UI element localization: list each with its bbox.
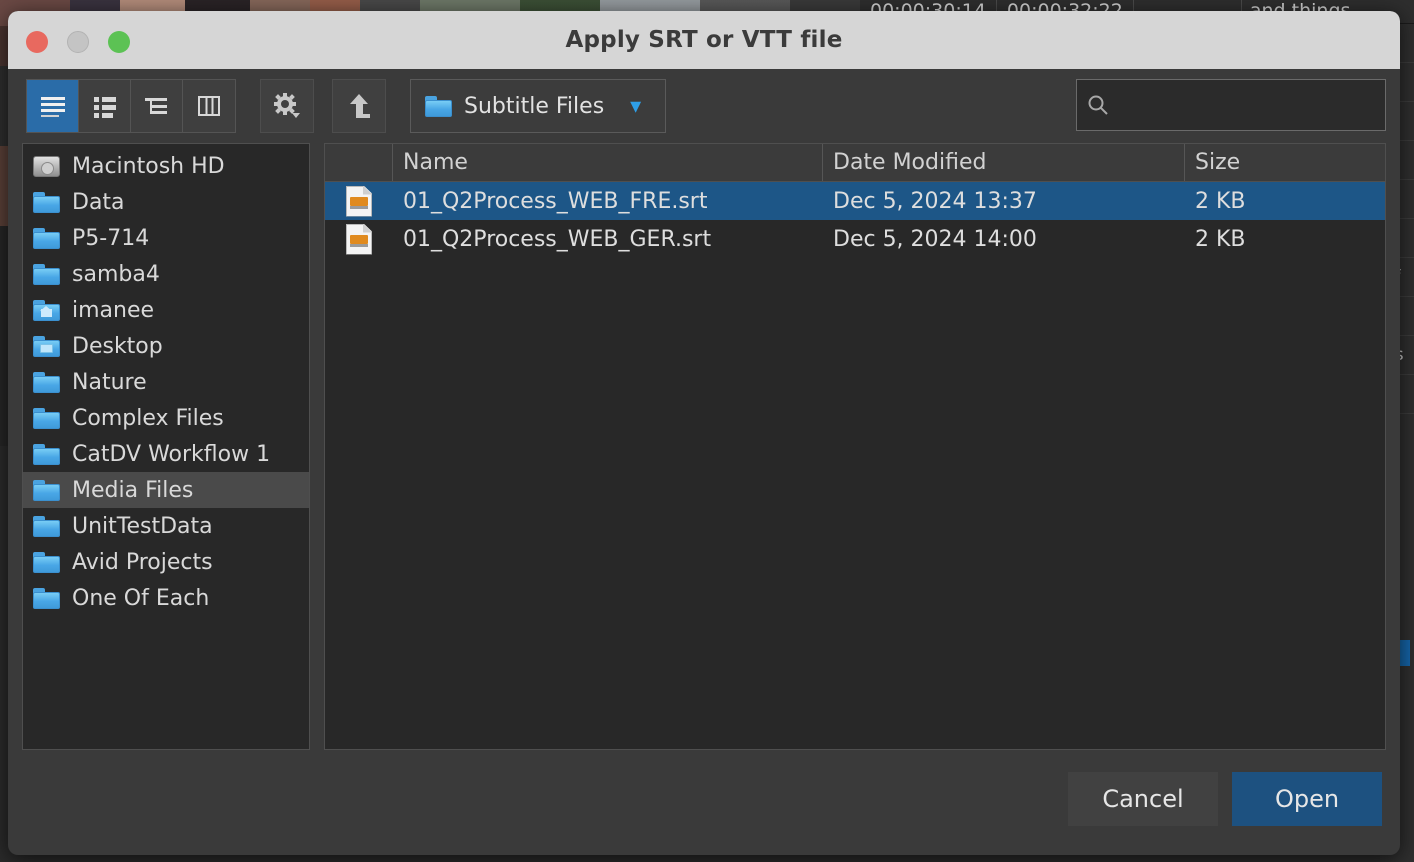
view-mode-gallery-button[interactable]	[183, 80, 235, 132]
sidebar-item-complex-files[interactable]: Complex Files	[23, 400, 309, 436]
dialog-title: Apply SRT or VTT file	[565, 27, 843, 53]
sidebar-item-label: Desktop	[72, 333, 163, 359]
bullet-list-icon	[91, 94, 119, 118]
table-row[interactable]: 01_Q2Process_WEB_GER.srt Dec 5, 2024 14:…	[325, 220, 1385, 258]
file-date-modified: Dec 5, 2024 13:37	[833, 188, 1037, 214]
current-folder-popup-button[interactable]: Subtitle Files ▾	[410, 79, 666, 133]
view-mode-list-button[interactable]	[79, 80, 131, 132]
file-name: 01_Q2Process_WEB_FRE.srt	[403, 188, 708, 214]
file-open-dialog: Apply SRT or VTT file Subtitle Files ▾ M…	[8, 11, 1400, 855]
settings-menu-button[interactable]	[260, 79, 314, 133]
columns-icon	[195, 94, 223, 118]
harddrive-icon	[33, 155, 60, 177]
zoom-button[interactable]	[108, 31, 130, 53]
up-arrow-icon	[346, 92, 372, 120]
sidebar-item-p5-714[interactable]: P5-714	[23, 220, 309, 256]
file-size: 2 KB	[1195, 188, 1246, 214]
sidebar-item-label: samba4	[72, 261, 160, 287]
column-header-size[interactable]: Size	[1185, 144, 1385, 181]
folder-icon	[33, 407, 60, 429]
search-input[interactable]	[1117, 94, 1375, 116]
view-mode-segmented-control	[26, 79, 236, 133]
sidebar-item-label: CatDV Workflow 1	[72, 441, 271, 467]
gear-icon	[272, 92, 302, 120]
search-field[interactable]	[1076, 79, 1386, 131]
dialog-titlebar: Apply SRT or VTT file	[8, 11, 1400, 69]
desktop-folder-icon	[33, 335, 60, 357]
folder-icon	[33, 227, 60, 249]
sidebar-item-label: P5-714	[72, 225, 150, 251]
sidebar-item-label: Avid Projects	[72, 549, 213, 575]
sidebar-item-catdv-workflow-1[interactable]: CatDV Workflow 1	[23, 436, 309, 472]
chevron-down-icon: ▾	[630, 93, 642, 119]
window-controls	[26, 31, 130, 53]
sidebar-item-avid-projects[interactable]: Avid Projects	[23, 544, 309, 580]
file-list-header: Name Date Modified Size	[325, 144, 1385, 182]
sidebar-item-label: imanee	[72, 297, 155, 323]
folder-icon	[33, 551, 60, 573]
sidebar-item-macintosh-hd[interactable]: Macintosh HD	[23, 148, 309, 184]
search-icon	[1087, 94, 1109, 116]
folder-icon	[33, 371, 60, 393]
sidebar-item-label: UnitTestData	[72, 513, 213, 539]
open-button[interactable]: Open	[1232, 772, 1382, 826]
go-up-button[interactable]	[332, 79, 386, 133]
close-button[interactable]	[26, 31, 48, 53]
folder-icon	[425, 95, 452, 117]
file-size: 2 KB	[1195, 226, 1246, 252]
sidebar-item-samba4[interactable]: samba4	[23, 256, 309, 292]
folder-icon	[33, 443, 60, 465]
dialog-body: Macintosh HD Data P5-714 samba4 imanee D…	[8, 143, 1400, 750]
dialog-toolbar: Subtitle Files ▾	[8, 69, 1400, 143]
sidebar-item-label: Macintosh HD	[72, 153, 225, 179]
home-folder-icon	[33, 299, 60, 321]
column-header-date-modified[interactable]: Date Modified	[823, 144, 1185, 181]
sidebar-item-desktop[interactable]: Desktop	[23, 328, 309, 364]
column-header-name[interactable]: Name	[393, 144, 823, 181]
dialog-footer: Cancel Open	[8, 750, 1400, 826]
folder-icon	[33, 263, 60, 285]
sidebar-item-label: Media Files	[72, 477, 194, 503]
sidebar-item-media-files[interactable]: Media Files	[23, 472, 309, 508]
folder-icon	[33, 587, 60, 609]
minimize-button[interactable]	[67, 31, 89, 53]
list-lines-icon	[39, 94, 67, 118]
sidebar-item-nature[interactable]: Nature	[23, 364, 309, 400]
sidebar-item-data[interactable]: Data	[23, 184, 309, 220]
sidebar-item-label: Nature	[72, 369, 147, 395]
folder-icon	[33, 479, 60, 501]
sidebar-item-label: One Of Each	[72, 585, 210, 611]
folder-icon	[33, 515, 60, 537]
view-mode-icon-button[interactable]	[27, 80, 79, 132]
cancel-button[interactable]: Cancel	[1068, 772, 1218, 826]
file-icon-cell	[325, 223, 393, 255]
sidebar-item-one-of-each[interactable]: One Of Each	[23, 580, 309, 616]
view-mode-column-button[interactable]	[131, 80, 183, 132]
file-list-pane[interactable]: Name Date Modified Size 01_Q2Process_WEB…	[324, 143, 1386, 750]
sidebar-item-unittestdata[interactable]: UnitTestData	[23, 508, 309, 544]
tree-outline-icon	[143, 94, 171, 118]
current-folder-label: Subtitle Files	[464, 93, 605, 119]
places-sidebar[interactable]: Macintosh HD Data P5-714 samba4 imanee D…	[22, 143, 310, 750]
folder-icon	[33, 191, 60, 213]
file-name: 01_Q2Process_WEB_GER.srt	[403, 226, 712, 252]
table-row[interactable]: 01_Q2Process_WEB_FRE.srt Dec 5, 2024 13:…	[325, 182, 1385, 220]
file-date-modified: Dec 5, 2024 14:00	[833, 226, 1037, 252]
sidebar-item-label: Data	[72, 189, 125, 215]
sidebar-item-label: Complex Files	[72, 405, 224, 431]
srt-document-icon	[346, 223, 372, 255]
sidebar-item-imanee[interactable]: imanee	[23, 292, 309, 328]
file-icon-cell	[325, 185, 393, 217]
column-header-icon	[325, 144, 393, 181]
srt-document-icon	[346, 185, 372, 217]
